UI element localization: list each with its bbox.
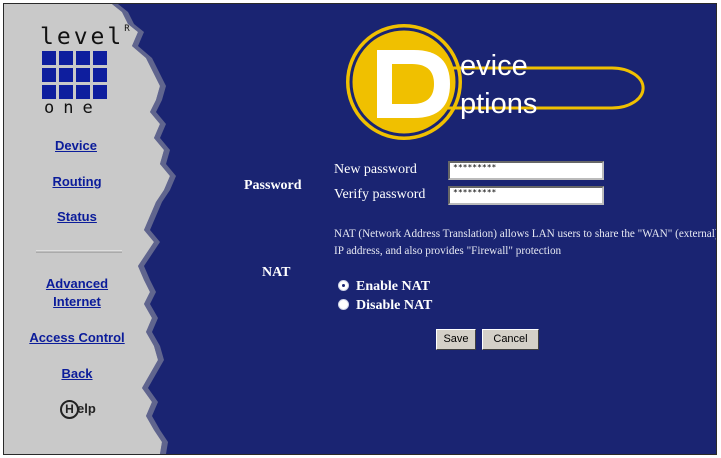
nat-description: NAT (Network Address Translation) allows… (334, 228, 717, 257)
logo-top-text: levelR (40, 24, 130, 50)
disable-nat-radio[interactable] (338, 299, 349, 311)
help-button[interactable]: Help (60, 400, 96, 419)
sidebar-item-routing[interactable]: Routing (44, 173, 110, 191)
sidebar-item-access-control[interactable]: Access Control (18, 329, 136, 347)
password-section-title: Password (244, 178, 302, 193)
logo-bottom-text: one (44, 98, 102, 118)
new-password-field[interactable]: ********* (448, 161, 604, 180)
page-frame: levelR one Device Routing Status Advance… (3, 3, 717, 455)
verify-password-label: Verify password (334, 187, 426, 202)
enable-nat-option[interactable]: Enable NAT (338, 279, 430, 295)
disable-nat-option[interactable]: Disable NAT (338, 298, 432, 314)
nat-section-title: NAT (262, 265, 291, 280)
new-password-label: New password (334, 162, 417, 177)
sidebar-item-device[interactable]: Device (48, 137, 104, 155)
header-title-line2: ptions (460, 88, 538, 120)
help-label: elp (77, 400, 96, 416)
cancel-button[interactable]: Cancel (482, 329, 539, 350)
verify-password-field[interactable]: ********* (448, 186, 604, 205)
header-title-line1: evice (460, 50, 528, 82)
sidebar-item-back[interactable]: Back (52, 365, 102, 383)
sidebar-item-advanced-internet[interactable]: Advanced Internet (32, 275, 122, 311)
sidebar-item-status[interactable]: Status (48, 208, 106, 226)
enable-nat-label: Enable NAT (356, 279, 431, 294)
disable-nat-label: Disable NAT (356, 298, 433, 313)
enable-nat-radio[interactable] (338, 280, 349, 292)
save-button[interactable]: Save (436, 329, 476, 350)
